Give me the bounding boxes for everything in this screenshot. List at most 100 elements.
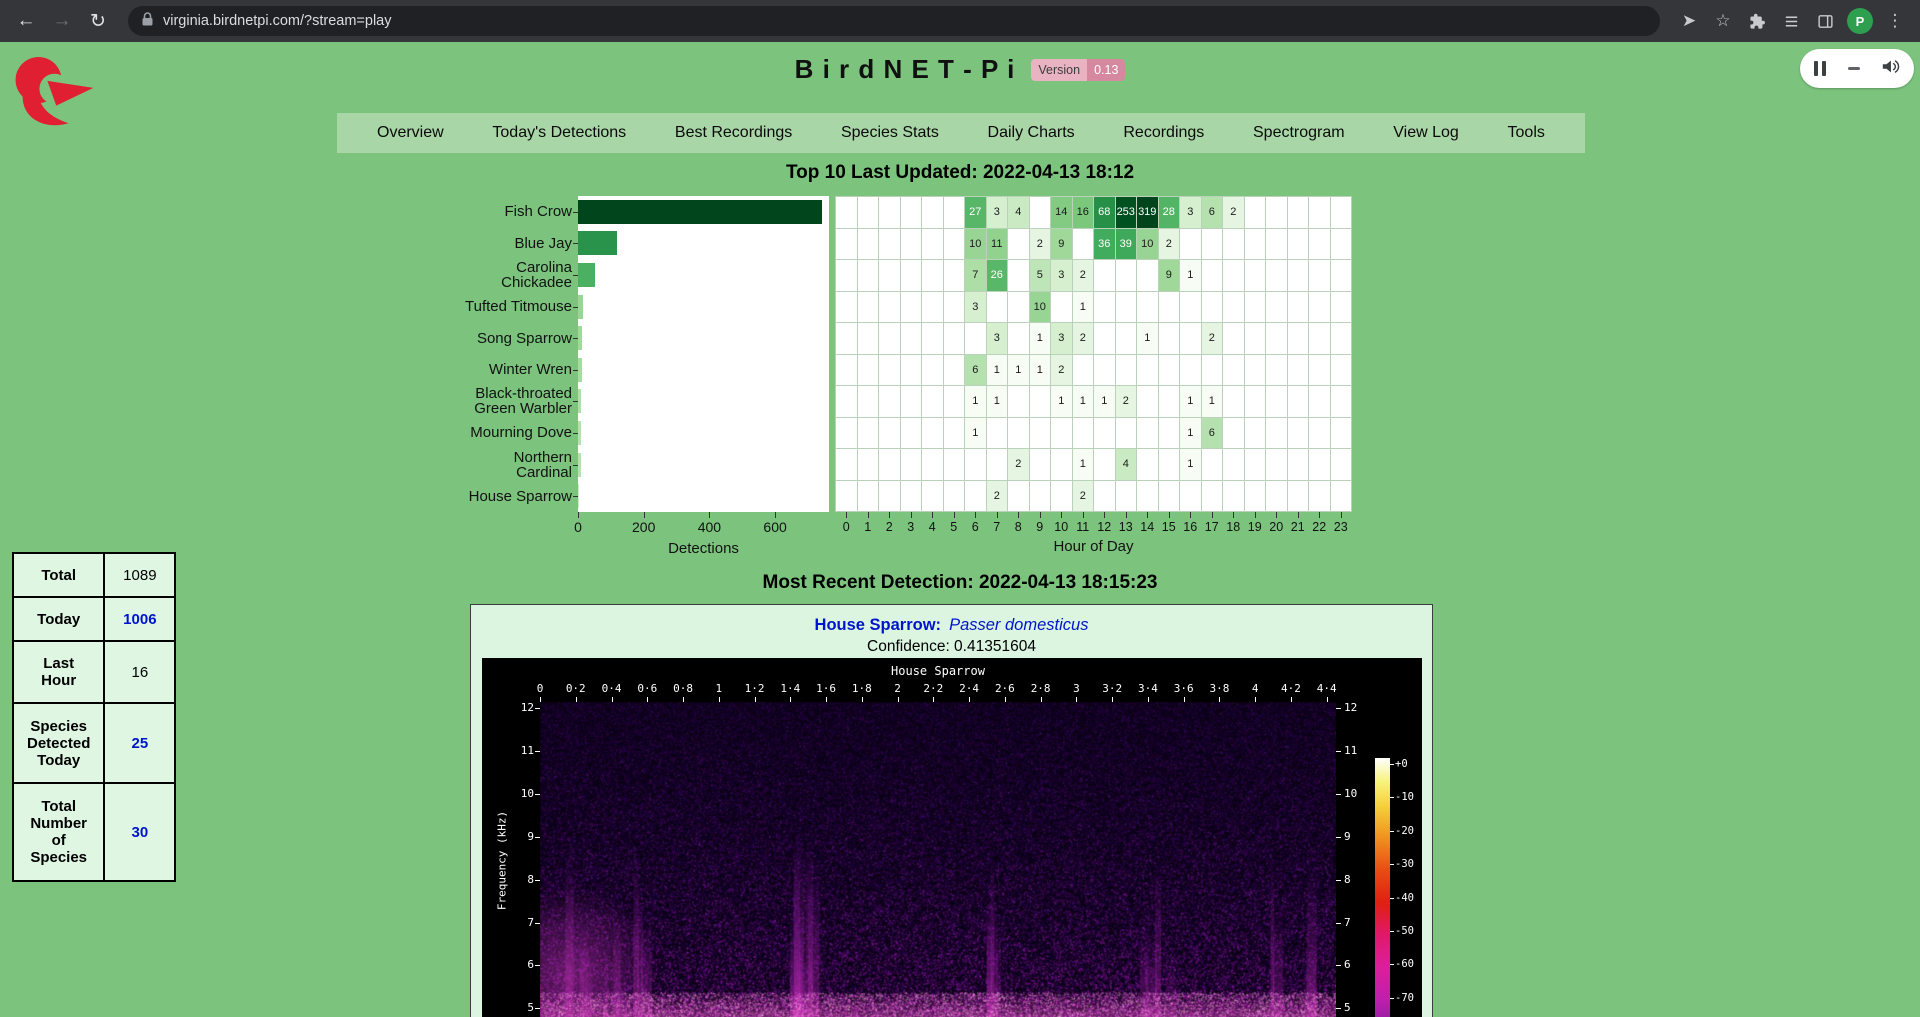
bookmark-star-icon[interactable]: ☆ bbox=[1708, 11, 1738, 31]
hour-tick-mark bbox=[1018, 512, 1019, 518]
address-bar[interactable]: virginia.birdnetpi.com/?stream=play bbox=[128, 6, 1660, 36]
heatmap-cell: 3 bbox=[1051, 323, 1072, 354]
heatmap-cell bbox=[944, 292, 965, 323]
species-label: Winter Wren bbox=[392, 354, 572, 386]
freq-tick-label-left: 7 bbox=[500, 916, 534, 929]
heatmap-cell: 1 bbox=[1073, 449, 1094, 480]
freq-tick-mark bbox=[535, 794, 540, 795]
nav-item-overview[interactable]: Overview bbox=[377, 124, 444, 142]
hour-tick-mark bbox=[1104, 512, 1105, 518]
heatmap-cell bbox=[836, 418, 857, 449]
send-icon[interactable]: ➤ bbox=[1674, 11, 1704, 31]
heatmap-cell bbox=[944, 323, 965, 354]
detections-bar bbox=[578, 200, 822, 224]
heatmap-cell bbox=[1309, 418, 1330, 449]
bar-row bbox=[578, 322, 829, 354]
heatmap-cell: 2 bbox=[1116, 386, 1137, 417]
heatmap-cell bbox=[1331, 197, 1352, 228]
heatmap-cell bbox=[1266, 323, 1287, 354]
pause-button[interactable] bbox=[1814, 61, 1826, 76]
nav-item-best-recordings[interactable]: Best Recordings bbox=[675, 124, 792, 142]
seek-slider[interactable] bbox=[1848, 67, 1860, 70]
hour-tick-mark bbox=[1341, 512, 1342, 518]
species-tick-mark bbox=[573, 338, 578, 339]
heatmap-cell bbox=[1094, 449, 1115, 480]
stats-value-link[interactable]: 25 bbox=[104, 703, 175, 783]
menu-kebab-icon[interactable]: ⋮ bbox=[1880, 11, 1910, 31]
heatmap-cell bbox=[1116, 481, 1137, 512]
time-tick-label: 1·2 bbox=[745, 682, 765, 695]
nav-item-tools[interactable]: Tools bbox=[1508, 124, 1545, 142]
heatmap-cell bbox=[858, 229, 879, 260]
heatmap-cell: 28 bbox=[1159, 197, 1180, 228]
stats-label: Last Hour bbox=[13, 641, 104, 703]
stats-value-link[interactable]: 30 bbox=[104, 783, 175, 881]
nav-item-today-s-detections[interactable]: Today's Detections bbox=[492, 124, 626, 142]
heatmap-cell: 1 bbox=[1073, 386, 1094, 417]
heatmap-cell bbox=[836, 197, 857, 228]
heatmap-cell bbox=[922, 292, 943, 323]
hour-tick-label: 2 bbox=[886, 520, 893, 534]
freq-tick-label-right: 7 bbox=[1344, 916, 1368, 929]
list-extension-icon[interactable] bbox=[1776, 11, 1806, 31]
time-tick-mark bbox=[1255, 697, 1256, 702]
heatmap-cell bbox=[901, 292, 922, 323]
bar-row bbox=[578, 386, 829, 418]
heatmap-cell bbox=[1202, 481, 1223, 512]
nav-item-species-stats[interactable]: Species Stats bbox=[841, 124, 939, 142]
volume-button[interactable] bbox=[1881, 58, 1900, 80]
heatmap-cell: 3 bbox=[965, 292, 986, 323]
hour-tick-label: 22 bbox=[1312, 520, 1326, 534]
detection-scientific-name-link[interactable]: Passer domesticus bbox=[949, 616, 1088, 634]
bar-row bbox=[578, 228, 829, 260]
detections-axis-label: Detections bbox=[578, 540, 829, 557]
heatmap-cell: 1 bbox=[1180, 449, 1201, 480]
heatmap-cell: 1 bbox=[1094, 386, 1115, 417]
time-tick-mark bbox=[683, 697, 684, 702]
heatmap-cell: 36 bbox=[1094, 229, 1115, 260]
heatmap-cell bbox=[1309, 449, 1330, 480]
detection-common-name-link[interactable]: House Sparrow: bbox=[815, 616, 942, 634]
db-tick-mark bbox=[1390, 864, 1394, 865]
back-button[interactable]: ← bbox=[10, 5, 42, 37]
heatmap-cell bbox=[922, 449, 943, 480]
db-tick-label: -30 bbox=[1395, 858, 1414, 870]
profile-avatar[interactable]: P bbox=[1847, 8, 1873, 34]
version-badge: Version 0.13 bbox=[1031, 59, 1125, 81]
heatmap-cell bbox=[965, 323, 986, 354]
heatmap-cell bbox=[836, 449, 857, 480]
freq-tick-label-left: 10 bbox=[500, 787, 534, 800]
reload-button[interactable]: ↻ bbox=[82, 5, 114, 37]
extensions-puzzle-icon[interactable] bbox=[1742, 11, 1772, 31]
heatmap-cell bbox=[1116, 355, 1137, 386]
hour-tick-mark bbox=[1147, 512, 1148, 518]
heatmap-cell bbox=[858, 260, 879, 291]
side-panel-icon[interactable] bbox=[1810, 11, 1840, 31]
heatmap-cell: 1 bbox=[987, 355, 1008, 386]
hour-tick-mark bbox=[997, 512, 998, 518]
hour-tick-mark bbox=[889, 512, 890, 518]
heatmap-cell bbox=[1223, 229, 1244, 260]
db-tick-label: -10 bbox=[1395, 791, 1414, 803]
heatmap-cell bbox=[1202, 260, 1223, 291]
heatmap-cell bbox=[901, 418, 922, 449]
forward-button[interactable]: → bbox=[46, 5, 78, 37]
heatmap-cell bbox=[836, 355, 857, 386]
stats-value-link[interactable]: 1006 bbox=[104, 597, 175, 641]
nav-item-spectrogram[interactable]: Spectrogram bbox=[1253, 124, 1345, 142]
hour-tick-label: 23 bbox=[1334, 520, 1348, 534]
nav-item-daily-charts[interactable]: Daily Charts bbox=[988, 124, 1075, 142]
heatmap-cell bbox=[1223, 260, 1244, 291]
heatmap-cell: 27 bbox=[965, 197, 986, 228]
nav-item-recordings[interactable]: Recordings bbox=[1123, 124, 1204, 142]
nav-item-view-log[interactable]: View Log bbox=[1393, 124, 1459, 142]
heatmap-cell bbox=[1180, 292, 1201, 323]
species-tick-mark bbox=[573, 275, 578, 276]
heatmap-cell bbox=[1266, 386, 1287, 417]
heatmap-cell bbox=[944, 197, 965, 228]
heatmap-cell: 2 bbox=[1159, 229, 1180, 260]
heatmap-cell: 2 bbox=[1008, 449, 1029, 480]
heatmap-cell bbox=[1137, 386, 1158, 417]
stats-row-today: Today1006 bbox=[13, 597, 175, 641]
time-tick-label: 2·2 bbox=[923, 682, 943, 695]
